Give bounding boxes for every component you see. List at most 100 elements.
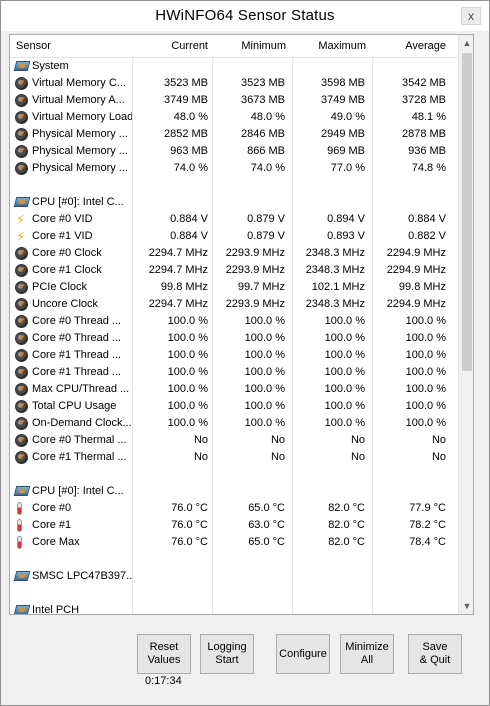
- sensor-name: Core #0 Thread ...: [32, 315, 122, 327]
- gauge-icon: [15, 298, 28, 311]
- current-value: 2294.7 MHz: [148, 247, 208, 259]
- average-value: No: [431, 434, 446, 446]
- sensor-group-row[interactable]: SMSC LPC47B397...: [10, 568, 458, 585]
- logging-start-label-1: Logging: [207, 641, 247, 653]
- minimum-value: 2293.9 MHz: [225, 264, 285, 276]
- maximum-value: 2348.3 MHz: [305, 264, 365, 276]
- gauge-icon: [15, 77, 28, 90]
- table-row[interactable]: Virtual Memory A... 3749 MB 3673 MB 3749 MB…: [10, 92, 458, 109]
- minimum-value: 3523 MB: [240, 77, 285, 89]
- maximum-value: 3749 MB: [320, 94, 365, 106]
- current-value: 74.0 %: [173, 162, 208, 174]
- average-value: 100.0 %: [405, 332, 446, 344]
- sensor-name: System: [32, 60, 69, 72]
- maximum-value: 100.0 %: [324, 366, 365, 378]
- chip-icon: [13, 571, 31, 581]
- sensor-table: Sensor Current Minimum Maximum Average S…: [9, 34, 474, 615]
- average-value: 78.2 °C: [409, 519, 446, 531]
- header-current[interactable]: Current: [171, 40, 208, 52]
- maximum-value: 102.1 MHz: [311, 281, 365, 293]
- minimum-value: 100.0 %: [244, 332, 285, 344]
- window-title: HWiNFO64 Sensor Status: [155, 7, 335, 24]
- current-value: 3523 MB: [163, 77, 208, 89]
- scroll-thumb[interactable]: [462, 53, 472, 371]
- table-row[interactable]: Core #0 Thread ... 100.0 % 100.0 % 100.0 % 1…: [10, 330, 458, 347]
- table-row[interactable]: Core #1 Thread ... 100.0 % 100.0 % 100.0 % 1…: [10, 364, 458, 381]
- average-value: 2294.9 MHz: [386, 298, 446, 310]
- table-row[interactable]: ⚡ Core #1 VID 0.884 V 0.879 V 0.893 V 0.882 V: [10, 228, 458, 245]
- minimum-value: 63.0 °C: [248, 519, 285, 531]
- table-row[interactable]: PCIe Clock 99.8 MHz 99.7 MHz 102.1 MHz 99.8 …: [10, 279, 458, 296]
- header-average[interactable]: Average: [405, 40, 446, 52]
- table-row[interactable]: ⚡ Core #0 VID 0.884 V 0.879 V 0.894 V 0.884 V: [10, 211, 458, 228]
- reset-values-label-2: Values: [147, 654, 181, 666]
- minimum-value: 100.0 %: [244, 366, 285, 378]
- average-value: 0.884 V: [408, 213, 446, 225]
- average-value: No: [431, 451, 446, 463]
- minimum-value: 866 MB: [247, 145, 285, 157]
- table-row[interactable]: Core #1 Thread ... 100.0 % 100.0 % 100.0 % 1…: [10, 347, 458, 364]
- header-minimum[interactable]: Minimum: [241, 40, 286, 52]
- minimum-value: 74.0 %: [250, 162, 285, 174]
- header-maximum[interactable]: Maximum: [318, 40, 366, 52]
- table-row[interactable]: Max CPU/Thread ... 100.0 % 100.0 % 100.0 % 1…: [10, 381, 458, 398]
- sensor-name: Intel PCH: [32, 604, 80, 615]
- table-row[interactable]: Core #1 Thermal ... No No No No: [10, 449, 458, 466]
- close-button[interactable]: x: [461, 7, 481, 25]
- header-sensor[interactable]: Sensor: [16, 40, 51, 52]
- sensor-name: Virtual Memory A...: [32, 94, 125, 106]
- scroll-down-arrow-icon[interactable]: ▼: [459, 598, 473, 614]
- current-value: 76.0 °C: [171, 519, 208, 531]
- sensor-group-row[interactable]: Intel PCH: [10, 602, 458, 615]
- table-row[interactable]: Core #0 Thermal ... No No No No: [10, 432, 458, 449]
- table-row[interactable]: Virtual Memory Load 48.0 % 48.0 % 49.0 % 48.…: [10, 109, 458, 126]
- table-row[interactable]: Core #1 Clock 2294.7 MHz 2293.9 MHz 2348.3 …: [10, 262, 458, 279]
- table-row[interactable]: Uncore Clock 2294.7 MHz 2293.9 MHz 2348.3 M…: [10, 296, 458, 313]
- table-row[interactable]: Physical Memory ... 963 MB 866 MB 969 MB 936…: [10, 143, 458, 160]
- gauge-icon: [15, 145, 28, 158]
- sensor-group-row[interactable]: System: [10, 58, 458, 75]
- table-row[interactable]: Core #0 76.0 °C 65.0 °C 82.0 °C 77.9 °C: [10, 500, 458, 517]
- save-quit-button[interactable]: Save & Quit: [408, 634, 462, 674]
- sensor-group-row[interactable]: CPU [#0]: Intel C...: [10, 483, 458, 500]
- sensor-group-row[interactable]: CPU [#0]: Intel C...: [10, 194, 458, 211]
- table-row[interactable]: Virtual Memory C... 3523 MB 3523 MB 3598 MB…: [10, 75, 458, 92]
- title-bar[interactable]: HWiNFO64 Sensor Status x: [1, 1, 489, 31]
- table-row[interactable]: On-Demand Clock... 100.0 % 100.0 % 100.0 % 1…: [10, 415, 458, 432]
- table-row[interactable]: Physical Memory ... 74.0 % 74.0 % 77.0 % 74.…: [10, 160, 458, 177]
- maximum-value: 969 MB: [327, 145, 365, 157]
- table-row[interactable]: Physical Memory ... 2852 MB 2846 MB 2949 MB…: [10, 126, 458, 143]
- logging-start-label-2: Start: [215, 654, 239, 666]
- maximum-value: 100.0 %: [324, 417, 365, 429]
- reset-values-button[interactable]: Reset Values: [137, 634, 191, 674]
- logging-start-button[interactable]: Logging Start: [200, 634, 254, 674]
- sensor-name: Max CPU/Thread ...: [32, 383, 130, 395]
- sensor-name: PCIe Clock: [32, 281, 88, 293]
- save-quit-label-1: Save: [422, 641, 448, 653]
- current-value: 2852 MB: [163, 128, 208, 140]
- table-row[interactable]: Core #0 Clock 2294.7 MHz 2293.9 MHz 2348.3 …: [10, 245, 458, 262]
- spacer-row: [10, 551, 458, 568]
- maximum-value: No: [350, 434, 365, 446]
- maximum-value: 3598 MB: [320, 77, 365, 89]
- minimum-value: 2846 MB: [240, 128, 285, 140]
- minimum-value: 100.0 %: [244, 417, 285, 429]
- minimum-value: 100.0 %: [244, 315, 285, 327]
- maximum-value: 100.0 %: [324, 315, 365, 327]
- average-value: 2294.9 MHz: [386, 247, 446, 259]
- gauge-icon: [15, 400, 28, 413]
- table-row[interactable]: Core #0 Thread ... 100.0 % 100.0 % 100.0 % 1…: [10, 313, 458, 330]
- average-value: 100.0 %: [405, 315, 446, 327]
- configure-button[interactable]: Configure: [276, 634, 330, 674]
- table-row[interactable]: Core Max 76.0 °C 65.0 °C 82.0 °C 78.4 °C: [10, 534, 458, 551]
- current-value: No: [193, 434, 208, 446]
- table-row[interactable]: Core #1 76.0 °C 63.0 °C 82.0 °C 78.2 °C: [10, 517, 458, 534]
- table-row[interactable]: Total CPU Usage 100.0 % 100.0 % 100.0 % 100.…: [10, 398, 458, 415]
- sensor-name: CPU [#0]: Intel C...: [32, 485, 124, 497]
- minimum-value: 3673 MB: [240, 94, 285, 106]
- minimize-all-button[interactable]: Minimize All: [340, 634, 394, 674]
- scroll-up-arrow-icon[interactable]: ▲: [459, 35, 473, 51]
- sensor-name: Core #0 Clock: [32, 247, 102, 259]
- maximum-value: 82.0 °C: [328, 502, 365, 514]
- vertical-scrollbar[interactable]: ▲ ▼: [458, 35, 473, 614]
